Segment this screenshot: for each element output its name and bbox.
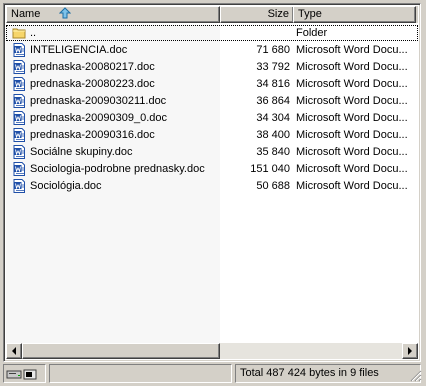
file-name: Sociológia.doc: [30, 180, 102, 192]
status-middle-box: [49, 364, 232, 383]
status-summary: Total 487 424 bytes in 9 files: [235, 364, 421, 383]
column-header-size[interactable]: Size: [220, 6, 294, 23]
column-header-type-label: Type: [298, 8, 322, 20]
scroll-left-icon: [12, 347, 16, 355]
file-type: Microsoft Word Docu...: [296, 61, 408, 73]
scroll-thumb[interactable]: [22, 343, 220, 359]
word-doc-icon: [12, 94, 26, 108]
horizontal-scrollbar[interactable]: [6, 343, 418, 359]
word-doc-icon: [12, 128, 26, 142]
folder-icon: [12, 26, 26, 40]
drive-icon: [6, 369, 37, 380]
table-row[interactable]: INTELIGENCIA.doc 71 680 Microsoft Word Doc…: [6, 42, 418, 59]
table-row[interactable]: prednaska-20080217.doc 33 792 Microsoft Wo…: [6, 59, 418, 76]
file-type: Microsoft Word Docu...: [296, 78, 408, 90]
file-name: prednaska-20080223.doc: [30, 78, 155, 90]
scroll-left-button[interactable]: [6, 343, 22, 359]
sort-ascending-icon: [59, 7, 72, 22]
table-row[interactable]: prednaska-20090316.doc 38 400 Microsoft Wo…: [6, 127, 418, 144]
file-size: 71 680: [256, 44, 290, 56]
file-size: 33 792: [256, 61, 290, 73]
table-row[interactable]: Sociológia.doc 50 688 Microsoft Word Docu.…: [6, 178, 418, 195]
file-type: Microsoft Word Docu...: [296, 95, 408, 107]
table-row[interactable]: prednaska-20080223.doc 34 816 Microsoft Wo…: [6, 76, 418, 93]
word-doc-icon: [12, 145, 26, 159]
column-header-name[interactable]: Name: [6, 6, 220, 23]
file-list-panel: Name Size Type .. Folder INTELIGENCIA.doc 7…: [3, 3, 421, 362]
word-doc-icon: [12, 111, 26, 125]
status-drive-box[interactable]: [3, 364, 46, 383]
column-header: Name Size Type: [6, 6, 418, 23]
column-header-size-label: Size: [267, 8, 289, 20]
table-row[interactable]: prednaska-20090309_0.doc 34 304 Microsoft …: [6, 110, 418, 127]
file-size: 34 816: [256, 78, 290, 90]
file-name: prednaska-20090316.doc: [30, 129, 155, 141]
file-name: ..: [30, 27, 37, 39]
file-size: 35 840: [256, 146, 290, 158]
file-size: 36 864: [256, 95, 290, 107]
word-doc-icon: [12, 77, 26, 91]
file-name: Sociologia-podrobne prednasky.doc: [30, 163, 205, 175]
file-type: Microsoft Word Docu...: [296, 180, 408, 192]
file-name: prednaska-20080217.doc: [30, 61, 155, 73]
file-name: INTELIGENCIA.doc: [30, 44, 128, 56]
table-row[interactable]: Sociálne skupiny.doc 35 840 Microsoft Word…: [6, 144, 418, 161]
file-list[interactable]: .. Folder INTELIGENCIA.doc 71 680 Microsoft …: [6, 25, 418, 343]
table-row[interactable]: Sociologia-podrobne prednasky.doc 151 040…: [6, 161, 418, 178]
file-name: prednaska-20090309_0.doc: [30, 112, 168, 124]
status-bar: Total 487 424 bytes in 9 files: [3, 364, 423, 383]
word-doc-icon: [12, 60, 26, 74]
file-name: Sociálne skupiny.doc: [30, 146, 133, 158]
column-header-type[interactable]: Type: [293, 6, 416, 23]
word-doc-icon: [12, 43, 26, 57]
file-size: 151 040: [250, 163, 290, 175]
list-item-parent-folder[interactable]: .. Folder: [6, 25, 418, 42]
file-type: Microsoft Word Docu...: [296, 44, 408, 56]
file-size: 50 688: [256, 180, 290, 192]
scroll-right-button[interactable]: [402, 343, 418, 359]
column-header-name-label: Name: [11, 8, 41, 20]
file-type: Folder: [296, 27, 328, 39]
file-type: Microsoft Word Docu...: [296, 163, 408, 175]
scroll-right-icon: [408, 347, 412, 355]
file-size: 38 400: [256, 129, 290, 141]
file-size: 34 304: [256, 112, 290, 124]
word-doc-icon: [12, 162, 26, 176]
file-type: Microsoft Word Docu...: [296, 146, 408, 158]
table-row[interactable]: prednaska-2009030211.doc 36 864 Microsoft …: [6, 93, 418, 110]
file-type: Microsoft Word Docu...: [296, 129, 408, 141]
word-doc-icon: [12, 179, 26, 193]
resize-grip-icon[interactable]: [410, 370, 422, 382]
file-name: prednaska-2009030211.doc: [30, 95, 167, 107]
file-type: Microsoft Word Docu...: [296, 112, 408, 124]
